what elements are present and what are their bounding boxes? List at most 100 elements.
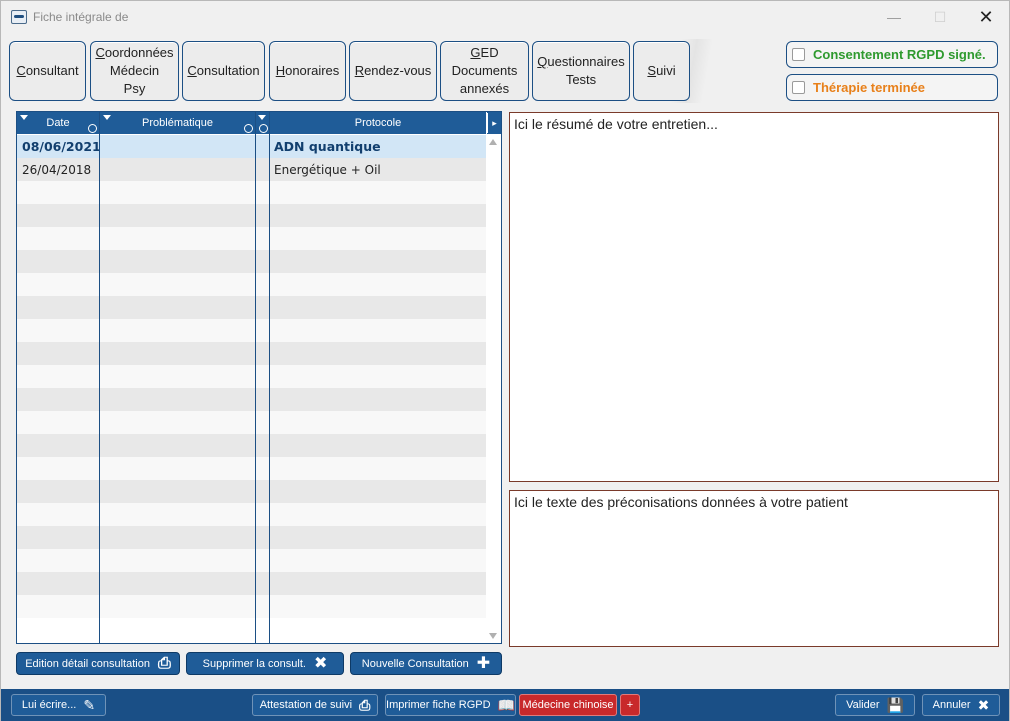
protocol-cell [269, 181, 487, 204]
problem-cell [99, 135, 255, 158]
spacer-cell [255, 457, 269, 480]
edit-consultation-button[interactable]: Edition détail consultation ⎙ [16, 652, 180, 675]
scroll-down-icon[interactable] [489, 633, 497, 639]
problem-cell [99, 572, 255, 595]
tab-label: Questionnaires Tests [537, 53, 624, 89]
protocol-cell [269, 227, 487, 250]
column-divider [255, 112, 256, 643]
scroll-up-icon[interactable] [489, 139, 497, 145]
table-row[interactable] [17, 549, 487, 572]
table-row[interactable] [17, 181, 487, 204]
write-button[interactable]: Lui écrire... ✎ [11, 694, 106, 716]
tab-rendez-vous[interactable]: Rendez-vous [349, 41, 437, 101]
protocol-cell [269, 572, 487, 595]
maximize-button[interactable]: ☐ [917, 1, 963, 33]
tab-label-line: Suivi [647, 63, 676, 78]
problem-cell [99, 503, 255, 526]
chevron-right-icon[interactable]: ▸ [487, 113, 501, 133]
rgpd-consent-checkbox[interactable]: Consentement RGPD signé. [786, 41, 998, 68]
problem-cell [99, 181, 255, 204]
tab-suivi[interactable]: Suivi [633, 41, 690, 101]
table-row[interactable] [17, 434, 487, 457]
table-row[interactable] [17, 365, 487, 388]
table-row[interactable] [17, 296, 487, 319]
minimize-button[interactable]: — [871, 1, 917, 33]
tab-label-line: Coordonnées [95, 45, 174, 60]
sort-arrow-icon[interactable] [20, 115, 28, 120]
tab-label-line: Honoraires [275, 63, 340, 78]
problem-cell [99, 526, 255, 549]
table-row[interactable]: 08/06/2021 ADN quantique [17, 135, 487, 158]
recommendations-textarea[interactable]: Ici le texte des préconisations données … [509, 490, 999, 647]
spacer-cell [255, 365, 269, 388]
therapy-finished-checkbox[interactable]: Thérapie terminée [786, 74, 998, 101]
date-cell [17, 204, 99, 227]
attestation-button[interactable]: Attestation de suivi ⎙ [252, 694, 378, 716]
tab-ged[interactable]: GED Documents annexés [440, 41, 529, 101]
close-window-button[interactable]: ✕ [963, 1, 1009, 33]
spacer-cell [255, 503, 269, 526]
table-row[interactable] [17, 227, 487, 250]
tab-label-line: Consultant [16, 63, 79, 78]
tab-consultation[interactable]: Consultation [182, 41, 265, 101]
table-row[interactable] [17, 503, 487, 526]
problem-cell [99, 158, 255, 181]
tab-questionnaires[interactable]: Questionnaires Tests [532, 41, 630, 101]
print-rgpd-label: Imprimer fiche RGPD [386, 699, 491, 711]
print-icon: ⎙ [157, 654, 171, 672]
table-row[interactable]: 26/04/2018 Energétique + Oil [17, 158, 487, 181]
rgpd-checkbox-box[interactable] [792, 48, 805, 61]
table-row[interactable] [17, 388, 487, 411]
column-header-problem[interactable]: Problématique [100, 112, 256, 134]
add-chinese-medicine-button[interactable]: + [620, 694, 640, 716]
search-icon[interactable] [259, 124, 268, 133]
cancel-button[interactable]: Annuler ✖ [922, 694, 1000, 716]
table-row[interactable] [17, 457, 487, 480]
table-row[interactable] [17, 204, 487, 227]
spacer-cell [255, 342, 269, 365]
problem-cell [99, 204, 255, 227]
tab-label: Suivi [647, 62, 675, 80]
new-consultation-button[interactable]: Nouvelle Consultation ✚ [350, 652, 502, 675]
column-header-date[interactable]: Date [17, 112, 100, 134]
summary-textarea[interactable]: Ici le résumé de votre entretien... [509, 112, 999, 482]
table-row[interactable] [17, 342, 487, 365]
protocol-cell [269, 503, 487, 526]
problem-cell [99, 480, 255, 503]
tab-label-line: Documents [451, 63, 518, 78]
delete-consultation-button[interactable]: Supprimer la consult. ✖ [186, 652, 344, 675]
table-row[interactable] [17, 273, 487, 296]
table-row[interactable] [17, 319, 487, 342]
protocol-cell [269, 595, 487, 618]
search-icon[interactable] [244, 124, 253, 133]
chinese-medicine-button[interactable]: Médecine chinoise [519, 694, 617, 716]
tab-label-line: Médecin [109, 63, 160, 78]
tab-label: Consultant [16, 62, 78, 80]
print-rgpd-button[interactable]: Imprimer fiche RGPD 📖 [385, 694, 516, 716]
sort-arrow-icon[interactable] [258, 115, 266, 120]
sort-arrow-icon[interactable] [103, 115, 111, 120]
tab-consultant[interactable]: Consultant [9, 41, 86, 101]
table-header: Date Problématique Protocole ▸ [17, 112, 501, 134]
app-logo-icon [11, 10, 27, 24]
table-row[interactable] [17, 572, 487, 595]
search-icon[interactable] [88, 124, 97, 133]
therapy-checkbox-box[interactable] [792, 81, 805, 94]
table-row[interactable] [17, 595, 487, 618]
consultations-table[interactable]: Date Problématique Protocole ▸ 08/06/202… [16, 111, 502, 644]
validate-button[interactable]: Valider 💾 [835, 694, 915, 716]
tab-coordonnees[interactable]: Coordonnées Médecin Psy [90, 41, 179, 101]
problem-cell [99, 434, 255, 457]
date-cell [17, 181, 99, 204]
column-header-spacer[interactable] [256, 112, 270, 134]
date-cell [17, 503, 99, 526]
tab-honoraires[interactable]: Honoraires [269, 41, 346, 101]
date-cell [17, 526, 99, 549]
book-icon: 📖 [497, 697, 515, 713]
table-row[interactable] [17, 526, 487, 549]
table-row[interactable] [17, 250, 487, 273]
column-header-protocol[interactable]: Protocole [270, 112, 487, 134]
table-row[interactable] [17, 480, 487, 503]
table-row[interactable] [17, 411, 487, 434]
table-scrollbar[interactable] [486, 135, 501, 643]
